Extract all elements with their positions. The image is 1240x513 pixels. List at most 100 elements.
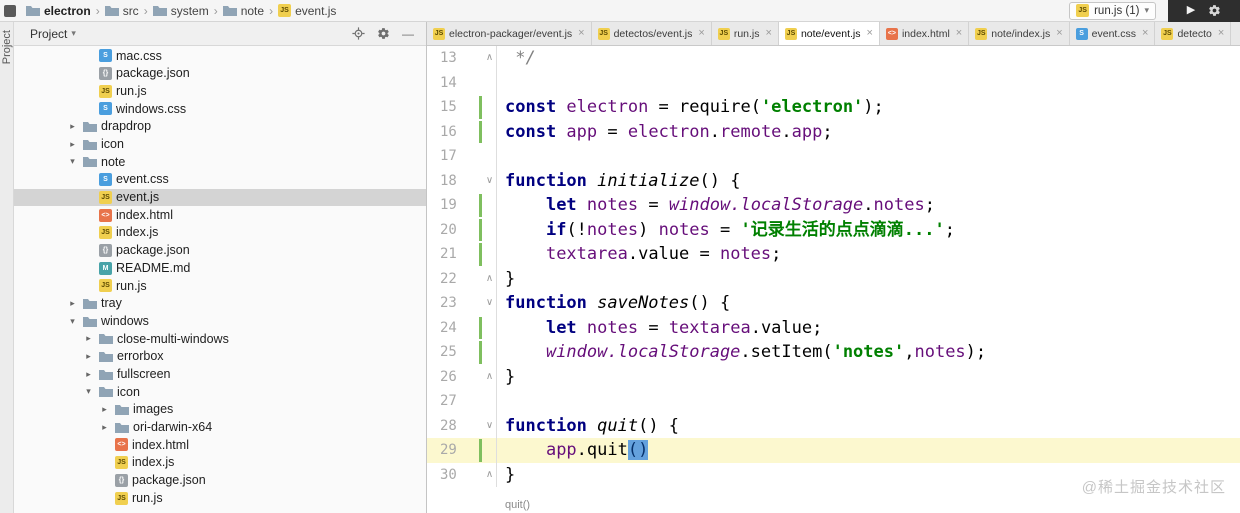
- code-text[interactable]: }: [497, 463, 515, 488]
- editor-tab-index-html[interactable]: <> index.html ×: [880, 22, 970, 45]
- close-tab-icon[interactable]: ×: [578, 28, 584, 39]
- tree-item-package-json[interactable]: {} package.json: [14, 472, 426, 490]
- chevron-right-icon[interactable]: ▸: [82, 333, 95, 344]
- code-text[interactable]: [497, 144, 505, 169]
- chevron-down-icon[interactable]: ▾: [82, 386, 95, 397]
- chevron-right-icon[interactable]: ▸: [66, 298, 79, 309]
- line-number[interactable]: 16: [427, 120, 496, 145]
- gutter[interactable]: 19: [427, 193, 497, 218]
- gutter[interactable]: 22 ∧: [427, 266, 497, 292]
- tool-window-menu-icon[interactable]: [4, 4, 16, 17]
- tree-item-index-js[interactable]: JS index.js: [14, 224, 426, 242]
- chevron-right-icon[interactable]: ▸: [82, 369, 95, 380]
- fold-start-icon[interactable]: ∨: [483, 291, 496, 316]
- line-number[interactable]: 21: [427, 242, 496, 267]
- close-tab-icon[interactable]: ×: [956, 28, 962, 39]
- chevron-right-icon[interactable]: ▸: [98, 404, 111, 415]
- tree-item-windows[interactable]: ▾ windows: [14, 312, 426, 330]
- tree-item-drapdrop[interactable]: ▸ drapdrop: [14, 118, 426, 136]
- gutter[interactable]: 23 ∨: [427, 291, 497, 316]
- code-text[interactable]: const electron = require('electron');: [497, 95, 884, 120]
- tree-item-errorbox[interactable]: ▸ errorbox: [14, 348, 426, 366]
- code-text[interactable]: const app = electron.remote.app;: [497, 120, 833, 145]
- code-text[interactable]: */: [497, 46, 535, 71]
- tree-item-windows-css[interactable]: Swindows.css: [14, 100, 426, 118]
- editor-tab-note-event-js[interactable]: JS note/event.js ×: [778, 22, 880, 45]
- project-stripe-button[interactable]: Project: [1, 30, 13, 64]
- code-text[interactable]: let notes = textarea.value;: [497, 316, 822, 341]
- breadcrumb-item-src[interactable]: src: [103, 4, 141, 18]
- code-text[interactable]: if(!notes) notes = '记录生活的点点滴滴...';: [497, 218, 955, 243]
- code-text[interactable]: [497, 389, 505, 414]
- close-tab-icon[interactable]: ×: [1218, 28, 1224, 39]
- line-number[interactable]: 25: [427, 340, 496, 365]
- fold-end-icon[interactable]: ∧: [483, 46, 496, 71]
- breadcrumb-item-electron[interactable]: electron: [24, 4, 93, 18]
- code-text[interactable]: function saveNotes() {: [497, 291, 730, 316]
- tree-item-package-json[interactable]: {} package.json: [14, 65, 426, 83]
- code-text[interactable]: }: [497, 267, 515, 292]
- line-number[interactable]: 27: [427, 389, 496, 414]
- close-tab-icon[interactable]: ×: [867, 28, 873, 39]
- gutter[interactable]: 21: [427, 242, 497, 267]
- editor-tab-event-css[interactable]: Sevent.css ×: [1070, 22, 1156, 45]
- tree-item-index-js[interactable]: JS index.js: [14, 454, 426, 472]
- tree-item-fullscreen[interactable]: ▸ fullscreen: [14, 365, 426, 383]
- tree-item-package-json[interactable]: {} package.json: [14, 242, 426, 260]
- gutter[interactable]: 15: [427, 95, 497, 120]
- code-text[interactable]: textarea.value = notes;: [497, 242, 781, 267]
- code-text[interactable]: [497, 71, 505, 96]
- play-icon[interactable]: ▶: [1187, 5, 1195, 16]
- close-tab-icon[interactable]: ×: [766, 28, 772, 39]
- line-number[interactable]: 29: [427, 438, 496, 463]
- gutter[interactable]: 24: [427, 315, 497, 341]
- project-panel-title[interactable]: Project: [30, 27, 67, 41]
- tree-item-close-multi-windows[interactable]: ▸ close-multi-windows: [14, 330, 426, 348]
- code-text[interactable]: function initialize() {: [497, 169, 740, 194]
- editor-tab-run-js[interactable]: JS run.js ×: [712, 22, 779, 45]
- hide-panel-icon[interactable]: —: [402, 28, 414, 40]
- gutter[interactable]: 17: [427, 144, 497, 169]
- tree-item-event-css[interactable]: Sevent.css: [14, 171, 426, 189]
- tree-item-ori-darwin-x64[interactable]: ▸ ori-darwin-x64: [14, 418, 426, 436]
- line-number[interactable]: 17: [427, 144, 496, 169]
- code-text[interactable]: window.localStorage.setItem('notes',note…: [497, 340, 986, 365]
- tree-item-run-js[interactable]: JS run.js: [14, 489, 426, 507]
- tree-item-index-html[interactable]: <> index.html: [14, 436, 426, 454]
- breadcrumb-item-system[interactable]: system: [151, 4, 211, 18]
- gutter[interactable]: 25: [427, 340, 497, 365]
- gutter[interactable]: 14: [427, 70, 497, 96]
- close-tab-icon[interactable]: ×: [698, 28, 704, 39]
- gutter[interactable]: 26 ∧: [427, 364, 497, 390]
- editor-tab-electron-packager-event-js[interactable]: JS electron-packager/event.js ×: [427, 22, 592, 45]
- gear-icon[interactable]: [1208, 4, 1221, 17]
- line-number[interactable]: 19: [427, 193, 496, 218]
- close-tab-icon[interactable]: ×: [1142, 28, 1148, 39]
- gutter[interactable]: 20: [427, 217, 497, 243]
- chevron-down-icon[interactable]: ▾: [71, 28, 76, 39]
- tree-item-index-html[interactable]: <> index.html: [14, 206, 426, 224]
- line-number[interactable]: 20: [427, 218, 496, 243]
- tree-item-event-js[interactable]: JS event.js: [14, 188, 426, 207]
- breadcrumb-item-event-js[interactable]: JS event.js: [276, 4, 338, 18]
- tree-item-tray[interactable]: ▸ tray: [14, 295, 426, 313]
- chevron-down-icon[interactable]: ▾: [66, 316, 79, 327]
- line-number[interactable]: 14: [427, 71, 496, 96]
- chevron-down-icon[interactable]: ▾: [66, 156, 79, 167]
- close-tab-icon[interactable]: ×: [1056, 28, 1062, 39]
- gutter[interactable]: 28 ∨: [427, 413, 497, 439]
- fold-end-icon[interactable]: ∧: [483, 365, 496, 390]
- line-number[interactable]: 24: [427, 316, 496, 341]
- line-number[interactable]: 15: [427, 95, 496, 120]
- chevron-right-icon[interactable]: ▸: [66, 121, 79, 132]
- tree-item-icon[interactable]: ▾ icon: [14, 383, 426, 401]
- editor-tab-detecto[interactable]: JS detecto ×: [1155, 22, 1232, 45]
- tree-item-note[interactable]: ▾ note: [14, 153, 426, 171]
- run-config-selector[interactable]: JS run.js (1) ▾: [1069, 1, 1156, 20]
- code-text[interactable]: }: [497, 365, 515, 390]
- gutter[interactable]: 16: [427, 119, 497, 145]
- fold-end-icon[interactable]: ∧: [483, 267, 496, 292]
- fold-start-icon[interactable]: ∨: [483, 414, 496, 439]
- gutter[interactable]: 29: [427, 438, 497, 463]
- tree-item-run-js[interactable]: JS run.js: [14, 277, 426, 295]
